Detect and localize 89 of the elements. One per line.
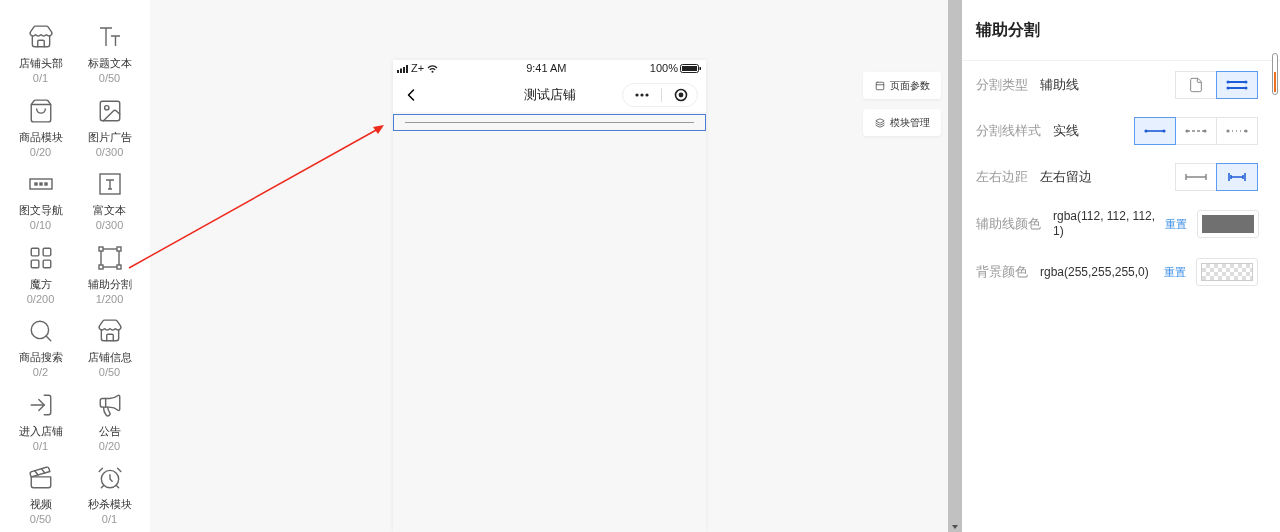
store-icon bbox=[27, 24, 54, 50]
scroll-down-icon[interactable] bbox=[952, 525, 958, 529]
signal-icon bbox=[397, 64, 409, 73]
scrollbar[interactable] bbox=[948, 0, 962, 532]
component-label: 店铺头部 bbox=[18, 56, 63, 70]
transparent-fill bbox=[1201, 263, 1253, 281]
margin-width-icon bbox=[1226, 171, 1248, 183]
rich-text-icon bbox=[96, 171, 123, 197]
component-label: 秒杀模块 bbox=[87, 497, 132, 511]
component-count: 0/1 bbox=[32, 438, 49, 454]
component-count: 0/20 bbox=[29, 144, 52, 160]
field-value: 左右留边 bbox=[1040, 168, 1092, 187]
component-item[interactable]: 店铺信息 0/50 bbox=[75, 318, 144, 392]
field-value: rgba(112, 112, 112, 1) bbox=[1053, 209, 1157, 239]
component-count: 0/300 bbox=[95, 144, 124, 160]
field-label: 左右边距 bbox=[976, 168, 1028, 187]
component-item[interactable]: 标题文本 0/50 bbox=[75, 24, 144, 98]
component-label: 商品搜索 bbox=[18, 350, 63, 364]
component-item[interactable]: 公告 0/20 bbox=[75, 391, 144, 465]
wifi-icon bbox=[427, 64, 439, 73]
component-label: 视频 bbox=[29, 497, 52, 511]
option-button[interactable] bbox=[1216, 71, 1258, 99]
video-icon bbox=[27, 465, 54, 491]
component-count: 0/50 bbox=[29, 512, 52, 527]
component-label: 店铺信息 bbox=[87, 350, 132, 364]
component-item[interactable]: 富文本 0/300 bbox=[75, 171, 144, 245]
component-label: 富文本 bbox=[93, 203, 126, 217]
component-label: 魔方 bbox=[29, 276, 52, 291]
option-button[interactable] bbox=[1216, 163, 1258, 191]
panel-icon bbox=[874, 80, 885, 91]
divider-block[interactable] bbox=[393, 114, 706, 131]
component-count: 0/200 bbox=[26, 291, 55, 307]
component-count: 0/2 bbox=[32, 365, 49, 380]
component-count: 0/1 bbox=[32, 71, 49, 86]
field-value: 辅助线 bbox=[1040, 76, 1079, 95]
component-item[interactable]: 魔方 0/200 bbox=[6, 244, 75, 318]
component-item[interactable]: 图片广告 0/300 bbox=[75, 97, 144, 171]
more-icon[interactable] bbox=[635, 92, 649, 97]
component-count: 0/300 bbox=[95, 218, 124, 233]
carrier-text: Z+ bbox=[411, 61, 425, 77]
page-icon bbox=[1188, 77, 1204, 93]
component-label: 图片广告 bbox=[87, 129, 132, 144]
component-label: 标题文本 bbox=[87, 56, 132, 70]
full-width-icon bbox=[1185, 171, 1207, 183]
component-label: 进入店铺 bbox=[18, 423, 63, 438]
battery-icon bbox=[680, 64, 702, 73]
color-swatch[interactable] bbox=[1197, 210, 1259, 238]
component-item[interactable]: 视频 0/50 bbox=[6, 465, 75, 532]
reset-link[interactable]: 重置 bbox=[1164, 263, 1186, 281]
battery-text: 100% bbox=[649, 61, 678, 77]
component-label: 公告 bbox=[98, 423, 121, 438]
panel-scrollbar[interactable] bbox=[1272, 53, 1278, 95]
component-item[interactable]: 店铺头部 0/1 bbox=[6, 24, 75, 98]
component-item[interactable]: 图文导航 0/10 bbox=[6, 171, 75, 245]
field-label: 背景颜色 bbox=[976, 263, 1028, 282]
component-count: 0/1 bbox=[101, 512, 118, 527]
component-item[interactable]: 辅助分割 1/200 bbox=[75, 244, 144, 318]
alarm-clock-icon bbox=[96, 465, 123, 491]
component-count: 0/10 bbox=[29, 218, 52, 233]
side-button[interactable]: 模块管理 bbox=[863, 109, 941, 136]
store-info-icon bbox=[96, 318, 123, 344]
reset-link[interactable]: 重置 bbox=[1165, 215, 1187, 233]
status-time: 9:41 AM bbox=[526, 61, 567, 77]
component-count: 1/200 bbox=[95, 291, 124, 307]
page-title: 测试店铺 bbox=[523, 85, 576, 104]
side-button[interactable]: 页面参数 bbox=[863, 72, 941, 99]
field-label: 分割线样式 bbox=[976, 122, 1041, 141]
scroll-thumb[interactable] bbox=[1274, 72, 1276, 92]
double-line-icon bbox=[1226, 79, 1248, 91]
component-label: 商品模块 bbox=[18, 129, 63, 144]
component-item[interactable]: 商品模块 0/20 bbox=[6, 97, 75, 171]
component-item[interactable]: 进入店铺 0/1 bbox=[6, 391, 75, 465]
field-label: 辅助线颜色 bbox=[976, 215, 1041, 234]
color-swatch[interactable] bbox=[1196, 258, 1258, 286]
panel-title: 辅助分割 bbox=[976, 20, 1040, 40]
bounding-box-icon bbox=[96, 244, 123, 271]
component-count: 0/50 bbox=[98, 365, 121, 380]
option-button[interactable] bbox=[1134, 117, 1176, 145]
field-value: 实线 bbox=[1053, 122, 1079, 141]
field-value: rgba(255,255,255,0) bbox=[1040, 264, 1150, 280]
field-label: 分割类型 bbox=[976, 76, 1028, 95]
component-count: 0/50 bbox=[98, 71, 121, 86]
layers-icon bbox=[874, 117, 885, 128]
record-icon[interactable] bbox=[674, 87, 688, 102]
component-label: 辅助分割 bbox=[87, 276, 132, 291]
component-item[interactable]: 秒杀模块 0/1 bbox=[75, 465, 144, 532]
component-item[interactable]: 商品搜索 0/2 bbox=[6, 318, 75, 392]
component-label: 图文导航 bbox=[18, 203, 63, 217]
component-count: 0/20 bbox=[98, 438, 121, 454]
